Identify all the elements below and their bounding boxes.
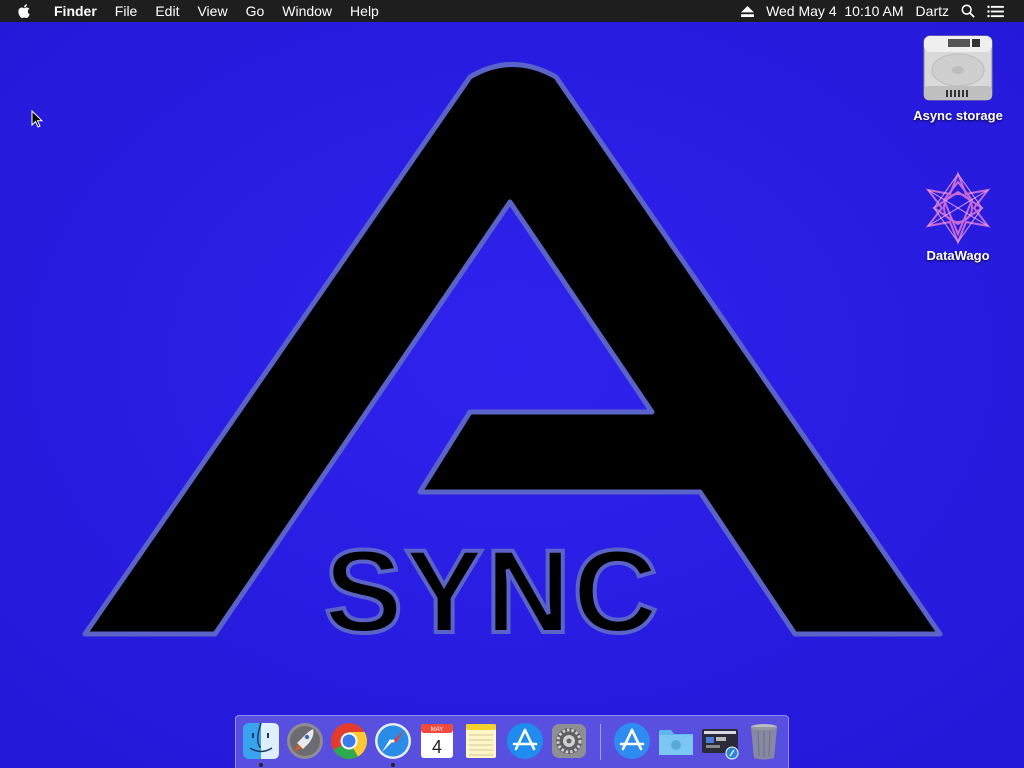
folder-icon (659, 730, 693, 755)
mouse-cursor-icon (31, 110, 43, 128)
notes-icon (466, 724, 496, 758)
notification-center-icon[interactable] (987, 5, 1004, 18)
dock-item-safari[interactable] (373, 721, 413, 761)
menu-bar: Finder File Edit View Go Window Help Wed… (0, 0, 1024, 22)
calendar-month: MAY (431, 727, 444, 733)
launchpad-icon (287, 723, 323, 759)
dock-running-indicator (259, 763, 263, 767)
dock-item-notes[interactable] (461, 721, 501, 761)
menu-file[interactable]: File (115, 3, 138, 19)
desktop-icon-datawago[interactable]: DataWago (903, 170, 1013, 263)
screenshot-stack-icon (702, 729, 739, 760)
calendar-icon: MAY 4 (421, 724, 453, 758)
safari-icon (375, 723, 411, 759)
menu-finder[interactable]: Finder (54, 3, 97, 19)
menu-edit[interactable]: Edit (155, 3, 179, 19)
dock-item-launchpad[interactable] (285, 721, 325, 761)
menu-user[interactable]: Dartz (916, 3, 949, 19)
applications-folder-icon (614, 723, 650, 759)
hard-drive-icon (923, 35, 993, 101)
menu-view[interactable]: View (197, 3, 227, 19)
dock-item-applications[interactable] (612, 721, 652, 761)
apple-menu-icon[interactable] (18, 3, 36, 19)
datawago-star-icon (925, 171, 991, 245)
dock-item-finder[interactable] (241, 721, 281, 761)
system-preferences-icon (552, 724, 586, 758)
trash-icon (751, 724, 777, 760)
dock-item-folder[interactable] (656, 721, 696, 761)
logo-text-sync: SYNC (324, 526, 660, 658)
async-logo: SYNC (0, 22, 1024, 768)
dock-item-screenshot[interactable] (700, 721, 740, 761)
spotlight-search-icon[interactable] (961, 4, 975, 18)
dock-item-system-preferences[interactable] (549, 721, 589, 761)
dock-item-calendar[interactable]: MAY 4 (417, 721, 457, 761)
desktop-icon-label: Async storage (913, 108, 1003, 123)
desktop-icon-label: DataWago (926, 248, 990, 263)
chrome-icon (331, 723, 368, 760)
desktop-icon-async-storage[interactable]: Async storage (903, 30, 1013, 123)
dock-running-indicator (391, 763, 395, 767)
dock-item-app-store[interactable] (505, 721, 545, 761)
menu-clock[interactable]: Wed May 4 10:10 AM (766, 3, 903, 19)
dock: MAY 4 (235, 715, 789, 768)
dock-item-trash[interactable] (744, 721, 784, 761)
desktop-wallpaper: SYNC (0, 22, 1024, 768)
menu-go[interactable]: Go (246, 3, 265, 19)
dock-item-chrome[interactable] (329, 721, 369, 761)
menu-help[interactable]: Help (350, 3, 379, 19)
dock-separator (600, 724, 601, 760)
eject-icon[interactable] (741, 5, 754, 17)
menu-window[interactable]: Window (282, 3, 332, 19)
calendar-day: 4 (432, 737, 442, 757)
finder-icon (243, 722, 279, 759)
app-store-icon (507, 723, 543, 759)
